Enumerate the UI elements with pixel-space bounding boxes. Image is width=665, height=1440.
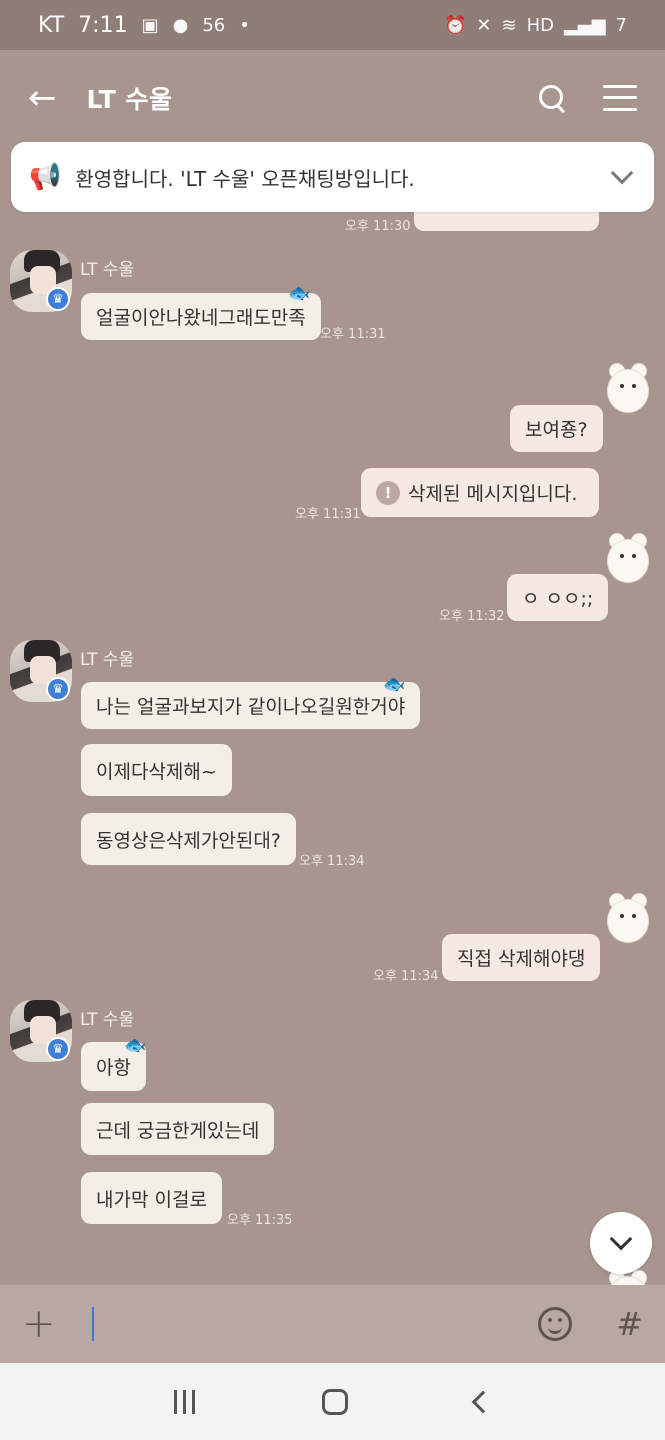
message-time: 오후 11:31 [320, 327, 386, 342]
fish-icon: 🐟 [124, 1035, 147, 1056]
signal-icon: ▂▄▆ [564, 14, 606, 36]
message-bubble[interactable]: ㅇ ㅇㅇ;; [507, 574, 609, 621]
chevron-down-icon [609, 1227, 633, 1251]
sender-name: LT 수울 [80, 260, 135, 280]
hashtag-icon[interactable]: # [616, 1305, 643, 1343]
notice-text: 환영합니다. 'LT 수울' 오픈채팅방입니다. [75, 166, 415, 191]
fish-icon: 🐟 [288, 283, 311, 304]
message-bubble[interactable]: 나는 얼굴과보지가 같이나오길원한거야 [81, 682, 421, 729]
alarm-icon: ⏰ [444, 14, 467, 36]
sender-name: LT 수울 [80, 1010, 135, 1030]
network-icon: 56 [202, 14, 226, 36]
sender-name: LT 수울 [80, 650, 135, 670]
message-time: 오후 11:30 [345, 219, 411, 234]
bear-sticker-icon [602, 890, 654, 946]
message-input[interactable] [96, 1304, 539, 1344]
emoji-icon[interactable] [538, 1307, 573, 1341]
search-icon[interactable] [537, 83, 567, 113]
message-bubble[interactable]: 근데 궁금한게있는데 [81, 1103, 275, 1155]
nav-back-icon[interactable] [471, 1390, 495, 1413]
fish-icon: 🐟 [383, 674, 406, 695]
clock: 7:11 [78, 12, 128, 38]
deleted-message-bubble[interactable]: ! 삭제된 메시지입니다. [361, 468, 599, 517]
message-bubble[interactable]: 이제다삭제해~ [81, 744, 232, 796]
text-cursor [92, 1307, 94, 1341]
chat-header: ← LT 수울 [0, 50, 665, 145]
home-icon[interactable] [321, 1388, 348, 1415]
carrier-label: KT [38, 12, 65, 38]
message-time: 오후 11:34 [299, 854, 365, 869]
crown-icon: ♛ [46, 287, 70, 311]
deleted-message-text: 삭제된 메시지입니다. [408, 483, 578, 505]
message-time: 오후 11:34 [373, 969, 439, 984]
bear-sticker-icon [602, 530, 654, 586]
room-title: LT 수울 [86, 84, 173, 114]
system-nav-bar [0, 1363, 665, 1440]
message-bubble[interactable]: 얼굴이안나왔네그래도만족 [81, 293, 321, 340]
input-bar: + # [0, 1285, 665, 1363]
message-time: 오후 11:32 [439, 609, 505, 624]
message-bubble[interactable]: 동영상은삭제가안된대? [81, 813, 296, 865]
hd-icon: HD [526, 14, 555, 36]
chat-area[interactable]: 오후 11:30 ♛ LT 수울 얼굴이안나왔네그래도만족 🐟 오후 11:31… [0, 145, 665, 1285]
plus-icon[interactable]: + [22, 1301, 62, 1347]
message-time: 오후 11:35 [227, 1213, 293, 1228]
battery-icon: 7 [615, 14, 627, 36]
megaphone-icon: 📢 [29, 162, 62, 192]
dot-icon: • [239, 14, 250, 36]
status-bar: KT 7:11 ▣ ● 56 • ⏰ ✕ ≋ HD ▂▄▆ 7 [0, 0, 665, 50]
message-bubble[interactable]: 보여죵? [510, 405, 603, 452]
back-arrow-icon[interactable]: ← [28, 78, 57, 118]
wifi-icon: ≋ [501, 14, 517, 36]
message-time: 오후 11:31 [295, 507, 361, 522]
crown-icon: ♛ [46, 677, 70, 701]
message-bubble[interactable]: 내가막 이걸로 [81, 1172, 222, 1224]
menu-icon[interactable] [603, 84, 637, 111]
image-icon: ▣ [141, 14, 159, 36]
mic-icon: ● [172, 14, 189, 36]
bear-sticker-icon [602, 360, 654, 416]
alert-icon: ! [376, 480, 400, 505]
mute-icon: ✕ [476, 14, 492, 36]
crown-icon: ♛ [46, 1037, 70, 1061]
chevron-down-icon[interactable] [610, 161, 634, 185]
recent-apps-icon[interactable] [173, 1389, 195, 1414]
notice-banner[interactable]: 📢 환영합니다. 'LT 수울' 오픈채팅방입니다. [11, 142, 654, 212]
message-bubble[interactable]: 직접 삭제해야댕 [442, 934, 601, 981]
scroll-to-bottom-button[interactable] [590, 1212, 652, 1274]
